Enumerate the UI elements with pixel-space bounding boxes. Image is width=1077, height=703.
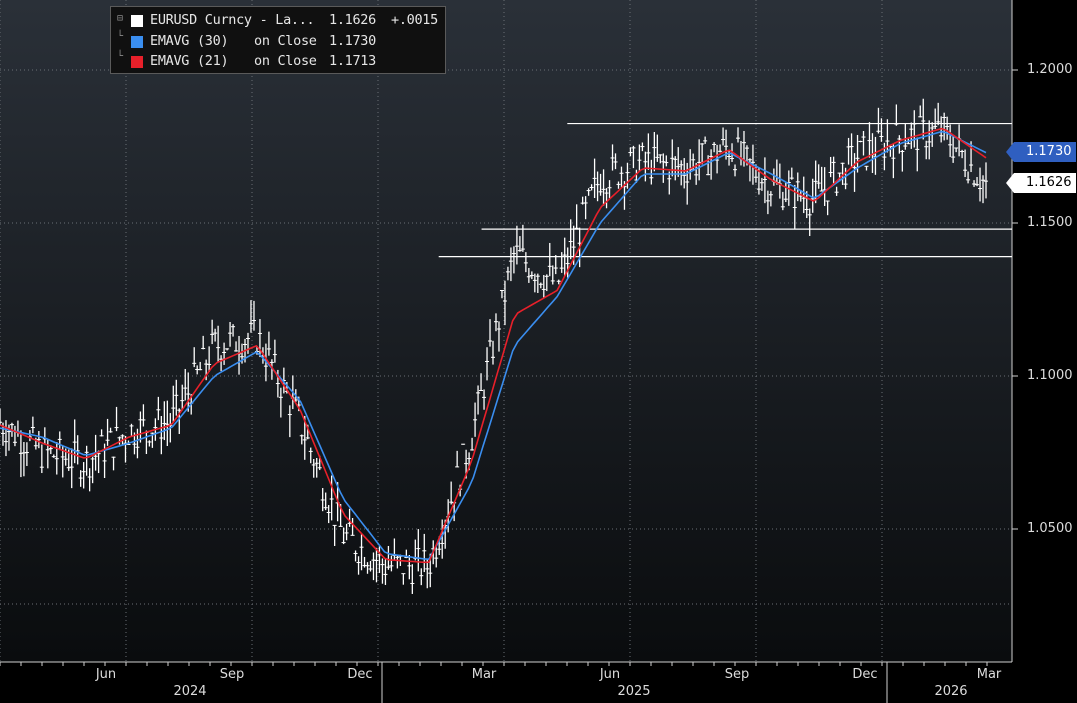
x-tick-label: Jun (95, 667, 117, 682)
x-tick-label: Sep (724, 667, 750, 682)
x-tick-label: Jun (599, 667, 621, 682)
tree-branch-icon: └ (117, 31, 123, 42)
tree-branch-icon: └ (117, 51, 123, 62)
legend-swatch (131, 56, 143, 68)
x-tick-label: Dec (852, 667, 878, 682)
year-label: 2025 (617, 684, 651, 699)
plot-background (0, 0, 1012, 662)
legend-series-value: 1.1730 (329, 33, 376, 49)
year-label: 2026 (934, 684, 968, 699)
last-price-tag: 1.1626 (1006, 173, 1076, 193)
legend-series-value: 1.1626 (329, 12, 376, 28)
collapse-icon[interactable]: ⊟ (117, 13, 127, 29)
legend-swatch (131, 36, 143, 48)
x-tick-label: Mar (471, 667, 497, 682)
legend-swatch (131, 15, 143, 27)
y-tick-label: 1.1000 (1027, 368, 1073, 383)
x-tick-label: Dec (347, 667, 373, 682)
legend-series-value: 1.1713 (329, 53, 376, 69)
legend-series-name: EURUSD Curncy - La... (150, 12, 315, 28)
legend-series-change: +.0015 (391, 12, 438, 28)
chart-legend: ⊟ EURUSD Curncy - La... 1.1626 +.0015 └ … (110, 6, 446, 74)
ema30-price-tag: 1.1730 (1006, 142, 1076, 162)
legend-series-basis: on Close (254, 53, 317, 69)
legend-series-basis: on Close (254, 33, 317, 49)
legend-series-name: EMAVG (21) (150, 53, 229, 69)
legend-series-name: EMAVG (30) (150, 33, 229, 49)
year-label: 2024 (173, 684, 207, 699)
price-chart (0, 0, 1018, 703)
x-tick-label: Sep (219, 667, 245, 682)
y-tick-label: 1.1500 (1027, 215, 1073, 230)
x-tick-label: Mar (976, 667, 1002, 682)
y-tick-label: 1.2000 (1027, 62, 1073, 77)
y-tick-label: 1.0500 (1027, 521, 1073, 536)
